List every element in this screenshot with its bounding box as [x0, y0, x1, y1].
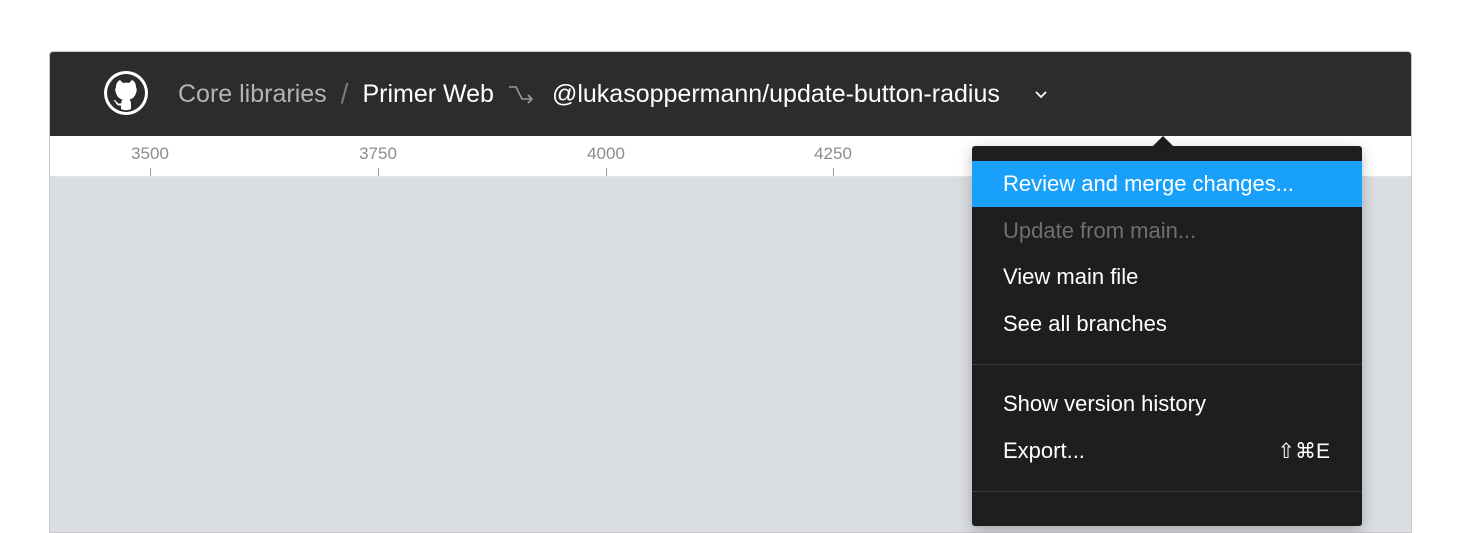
github-icon[interactable] [102, 69, 150, 117]
branch-name[interactable]: @lukasoppermann/update-button-radius [552, 80, 1000, 109]
menu-caret [1153, 136, 1173, 146]
branch-menu: Review and merge changes... Update from … [972, 146, 1362, 526]
ruler-tick-mark [833, 168, 834, 176]
menu-item-export[interactable]: Export... ⇧⌘E [972, 428, 1362, 474]
menu-item-label: See all branches [1003, 311, 1167, 336]
ruler-tick-label: 3500 [131, 144, 169, 163]
breadcrumb-separator: / [340, 78, 349, 109]
breadcrumb: Core libraries / Primer Web @lukasopperm… [178, 52, 1048, 136]
menu-item-label: Update from main... [1003, 218, 1197, 243]
keyboard-shortcut: ⇧⌘E [1277, 439, 1330, 463]
menu-item-view-main-file[interactable]: View main file [972, 254, 1362, 300]
menu-item-label: Review and merge changes... [1003, 171, 1295, 196]
menu-item-version-history[interactable]: Show version history [972, 381, 1362, 427]
branch-icon [508, 86, 534, 104]
ruler-tick-mark [150, 168, 151, 176]
menu-item-review-merge[interactable]: Review and merge changes... [972, 161, 1362, 207]
titlebar: Core libraries / Primer Web @lukasopperm… [50, 52, 1411, 136]
menu-item-label: Show version history [1003, 391, 1206, 416]
chevron-down-icon[interactable] [1034, 89, 1048, 99]
menu-divider [972, 364, 1362, 365]
menu-item-see-all-branches[interactable]: See all branches [972, 301, 1362, 347]
ruler-tick-label: 4250 [814, 144, 852, 163]
ruler-tick-label: 4000 [587, 144, 625, 163]
ruler-tick-label: 3750 [359, 144, 397, 163]
menu-item-update-from-main: Update from main... [972, 208, 1362, 254]
menu-item-label: View main file [1003, 264, 1139, 289]
breadcrumb-file[interactable]: Primer Web [362, 80, 494, 109]
breadcrumb-project[interactable]: Core libraries [178, 80, 327, 109]
ruler-tick-mark [378, 168, 379, 176]
ruler-tick-mark [606, 168, 607, 176]
menu-divider [972, 491, 1362, 492]
menu-item-label: Export... [1003, 438, 1085, 463]
